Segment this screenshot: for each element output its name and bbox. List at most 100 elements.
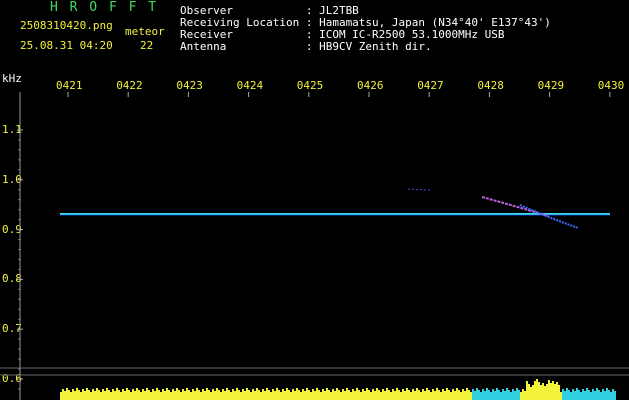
noise-bar (220, 392, 222, 400)
noise-bar (510, 392, 512, 400)
noise-bar (72, 389, 74, 400)
noise-bar (360, 392, 362, 400)
noise-bar (518, 390, 520, 400)
noise-bar (148, 390, 150, 400)
noise-bar (306, 388, 308, 400)
noise-bar (326, 388, 328, 400)
noise-bar (88, 390, 90, 400)
noise-bar (134, 391, 136, 400)
noise-bar (438, 390, 440, 400)
noise-bar (76, 388, 78, 400)
noise-bar (588, 390, 590, 400)
noise-bar (464, 391, 466, 400)
noise-floor (60, 379, 616, 400)
noise-bar (108, 390, 110, 400)
noise-bar (574, 391, 576, 400)
noise-bar (282, 389, 284, 400)
noise-bar (126, 388, 128, 400)
noise-bar (380, 392, 382, 400)
noise-bar (128, 390, 130, 400)
noise-bar (100, 392, 102, 400)
noise-bar (538, 382, 540, 400)
noise-bar (270, 392, 272, 400)
noise-bar (328, 390, 330, 400)
noise-bar (532, 385, 534, 400)
noise-bar (544, 386, 546, 400)
noise-bar (62, 389, 64, 400)
noise-bar (362, 389, 364, 400)
noise-bar (502, 389, 504, 400)
noise-bar (304, 391, 306, 400)
noise-bar (420, 392, 422, 400)
noise-bar (376, 388, 378, 400)
noise-bar (68, 390, 70, 400)
noise-bar (488, 390, 490, 400)
noise-bar (366, 388, 368, 400)
noise-bar (66, 388, 68, 400)
noise-bar (396, 388, 398, 400)
noise-bar (150, 392, 152, 400)
noise-bar (406, 388, 408, 400)
noise-bar (254, 391, 256, 400)
noise-bar (442, 389, 444, 400)
noise-bar (610, 392, 612, 400)
noise-bar (550, 383, 552, 400)
noise-bar (586, 388, 588, 400)
noise-bar (212, 389, 214, 400)
noise-bar (96, 388, 98, 400)
noise-bar (292, 389, 294, 400)
noise-bar (520, 392, 522, 400)
noise-bar (516, 388, 518, 400)
noise-bar (474, 391, 476, 400)
noise-bar (248, 390, 250, 400)
noise-bar (592, 389, 594, 400)
noise-bar (136, 388, 138, 400)
noise-bar (144, 391, 146, 400)
noise-bar (490, 392, 492, 400)
noise-bar (430, 392, 432, 400)
noise-bar (310, 392, 312, 400)
noise-bar (424, 391, 426, 400)
noise-bar (536, 379, 538, 400)
noise-bar (84, 391, 86, 400)
noise-bar (90, 392, 92, 400)
noise-bar (106, 388, 108, 400)
noise-bar (294, 391, 296, 400)
noise-bar (264, 391, 266, 400)
noise-bar (342, 389, 344, 400)
noise-bar (320, 392, 322, 400)
noise-bar (514, 391, 516, 400)
noise-bar (80, 392, 82, 400)
noise-bar (576, 388, 578, 400)
noise-bar (94, 391, 96, 400)
noise-bar (560, 392, 562, 400)
noise-bar (186, 388, 188, 400)
noise-bar (458, 390, 460, 400)
noise-bar (468, 390, 470, 400)
noise-bar (598, 390, 600, 400)
noise-bar (240, 392, 242, 400)
noise-bar (596, 388, 598, 400)
noise-bar (74, 391, 76, 400)
noise-bar (540, 385, 542, 400)
noise-bar (348, 390, 350, 400)
noise-bar (314, 391, 316, 400)
noise-bar (204, 391, 206, 400)
noise-bar (246, 388, 248, 400)
noise-bar (214, 391, 216, 400)
noise-bar (346, 388, 348, 400)
noise-bar (312, 389, 314, 400)
noise-bar (140, 392, 142, 400)
noise-bar (606, 388, 608, 400)
noise-bar (352, 389, 354, 400)
noise-bar (260, 392, 262, 400)
noise-bar (534, 381, 536, 400)
noise-bar (174, 391, 176, 400)
noise-bar (410, 392, 412, 400)
noise-bar (164, 391, 166, 400)
noise-bar (180, 392, 182, 400)
noise-bar (192, 389, 194, 400)
noise-bar (344, 391, 346, 400)
noise-bar (86, 388, 88, 400)
noise-bar (266, 388, 268, 400)
